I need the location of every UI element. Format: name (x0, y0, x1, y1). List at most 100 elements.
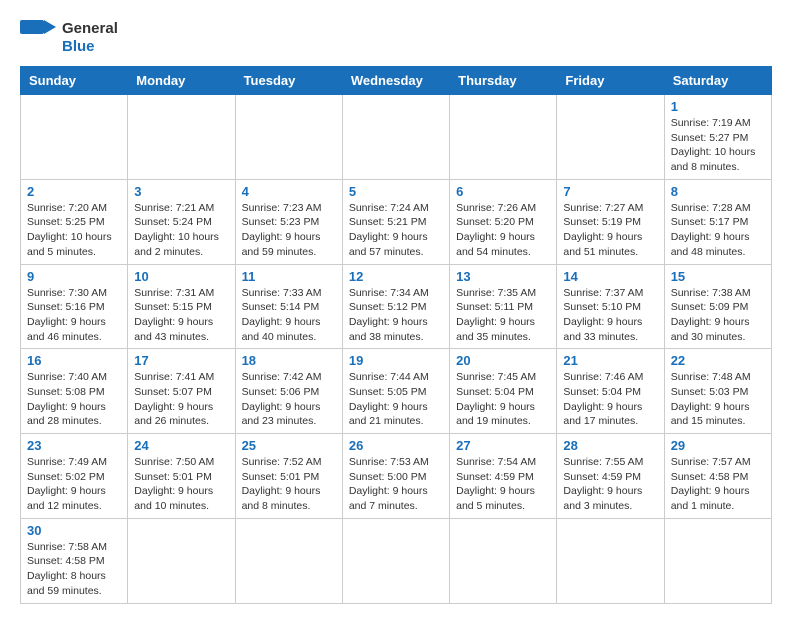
calendar-cell: 8 Sunrise: 7:28 AM Sunset: 5:17 PM Daylig… (664, 179, 771, 264)
calendar-cell: 17 Sunrise: 7:41 AM Sunset: 5:07 PM Dayli… (128, 349, 235, 434)
calendar-cell: 24 Sunrise: 7:50 AM Sunset: 5:01 PM Dayli… (128, 434, 235, 519)
calendar-cell: 18Sunrise: 7:42 AM Sunset: 5:06 PM Dayli… (235, 349, 342, 434)
calendar-week-row: 16 Sunrise: 7:40 AM Sunset: 5:08 PM Dayli… (21, 349, 772, 434)
calendar-cell: 19 Sunrise: 7:44 AM Sunset: 5:05 PM Dayli… (342, 349, 449, 434)
day-info: Sunrise: 7:30 AM Sunset: 5:16 PM Dayligh… (27, 286, 121, 345)
calendar-cell: 6Sunrise: 7:26 AM Sunset: 5:20 PM Daylig… (450, 179, 557, 264)
day-number: 16 (27, 353, 121, 368)
calendar-cell: 29 Sunrise: 7:57 AM Sunset: 4:58 PM Dayli… (664, 434, 771, 519)
day-number: 15 (671, 269, 765, 284)
day-info: Sunrise: 7:58 AM Sunset: 4:58 PM Dayligh… (27, 540, 121, 599)
calendar-cell: 27 Sunrise: 7:54 AM Sunset: 4:59 PM Dayli… (450, 434, 557, 519)
day-info: Sunrise: 7:33 AM Sunset: 5:14 PM Dayligh… (242, 286, 336, 345)
calendar-cell: 11 Sunrise: 7:33 AM Sunset: 5:14 PM Dayli… (235, 264, 342, 349)
calendar-cell: 25Sunrise: 7:52 AM Sunset: 5:01 PM Dayli… (235, 434, 342, 519)
calendar-cell: 10Sunrise: 7:31 AM Sunset: 5:15 PM Dayli… (128, 264, 235, 349)
day-number: 9 (27, 269, 121, 284)
calendar-cell: 12 Sunrise: 7:34 AM Sunset: 5:12 PM Dayli… (342, 264, 449, 349)
day-info: Sunrise: 7:40 AM Sunset: 5:08 PM Dayligh… (27, 370, 121, 429)
day-number: 27 (456, 438, 550, 453)
day-number: 3 (134, 184, 228, 199)
day-number: 1 (671, 99, 765, 114)
day-info: Sunrise: 7:24 AM Sunset: 5:21 PM Dayligh… (349, 201, 443, 260)
calendar-cell: 23 Sunrise: 7:49 AM Sunset: 5:02 PM Dayli… (21, 434, 128, 519)
calendar-header-row: SundayMondayTuesdayWednesdayThursdayFrid… (21, 67, 772, 95)
day-number: 19 (349, 353, 443, 368)
calendar-cell: 3 Sunrise: 7:21 AM Sunset: 5:24 PM Daylig… (128, 179, 235, 264)
calendar-cell: 21Sunrise: 7:46 AM Sunset: 5:04 PM Dayli… (557, 349, 664, 434)
day-number: 11 (242, 269, 336, 284)
day-info: Sunrise: 7:41 AM Sunset: 5:07 PM Dayligh… (134, 370, 228, 429)
day-info: Sunrise: 7:37 AM Sunset: 5:10 PM Dayligh… (563, 286, 657, 345)
logo-container: General Blue (20, 20, 118, 56)
day-number: 7 (563, 184, 657, 199)
day-number: 24 (134, 438, 228, 453)
calendar-week-row: 1Sunrise: 7:19 AM Sunset: 5:27 PM Daylig… (21, 95, 772, 180)
calendar-week-row: 23 Sunrise: 7:49 AM Sunset: 5:02 PM Dayli… (21, 434, 772, 519)
calendar-cell (128, 518, 235, 603)
day-info: Sunrise: 7:55 AM Sunset: 4:59 PM Dayligh… (563, 455, 657, 514)
calendar-table: SundayMondayTuesdayWednesdayThursdayFrid… (20, 66, 772, 604)
day-number: 8 (671, 184, 765, 199)
logo: General Blue (20, 20, 118, 56)
day-info: Sunrise: 7:21 AM Sunset: 5:24 PM Dayligh… (134, 201, 228, 260)
calendar-cell: 28 Sunrise: 7:55 AM Sunset: 4:59 PM Dayli… (557, 434, 664, 519)
calendar-cell (235, 518, 342, 603)
day-of-week-header: Friday (557, 67, 664, 95)
day-number: 12 (349, 269, 443, 284)
calendar-cell (450, 95, 557, 180)
day-of-week-header: Saturday (664, 67, 771, 95)
day-info: Sunrise: 7:44 AM Sunset: 5:05 PM Dayligh… (349, 370, 443, 429)
day-number: 25 (242, 438, 336, 453)
day-info: Sunrise: 7:54 AM Sunset: 4:59 PM Dayligh… (456, 455, 550, 514)
day-number: 26 (349, 438, 443, 453)
calendar-cell: 5 Sunrise: 7:24 AM Sunset: 5:21 PM Daylig… (342, 179, 449, 264)
day-of-week-header: Monday (128, 67, 235, 95)
day-number: 29 (671, 438, 765, 453)
day-number: 14 (563, 269, 657, 284)
day-number: 4 (242, 184, 336, 199)
day-number: 18 (242, 353, 336, 368)
day-number: 5 (349, 184, 443, 199)
calendar-cell: 20 Sunrise: 7:45 AM Sunset: 5:04 PM Dayli… (450, 349, 557, 434)
day-number: 30 (27, 523, 121, 538)
calendar-cell (450, 518, 557, 603)
calendar-cell: 14 Sunrise: 7:37 AM Sunset: 5:10 PM Dayli… (557, 264, 664, 349)
day-info: Sunrise: 7:53 AM Sunset: 5:00 PM Dayligh… (349, 455, 443, 514)
calendar-cell: 15 Sunrise: 7:38 AM Sunset: 5:09 PM Dayli… (664, 264, 771, 349)
calendar-cell: 1Sunrise: 7:19 AM Sunset: 5:27 PM Daylig… (664, 95, 771, 180)
calendar-cell: 9 Sunrise: 7:30 AM Sunset: 5:16 PM Daylig… (21, 264, 128, 349)
day-info: Sunrise: 7:35 AM Sunset: 5:11 PM Dayligh… (456, 286, 550, 345)
day-info: Sunrise: 7:28 AM Sunset: 5:17 PM Dayligh… (671, 201, 765, 260)
day-of-week-header: Tuesday (235, 67, 342, 95)
day-number: 22 (671, 353, 765, 368)
calendar-cell (557, 95, 664, 180)
day-info: Sunrise: 7:20 AM Sunset: 5:25 PM Dayligh… (27, 201, 121, 260)
day-of-week-header: Sunday (21, 67, 128, 95)
day-info: Sunrise: 7:49 AM Sunset: 5:02 PM Dayligh… (27, 455, 121, 514)
day-number: 17 (134, 353, 228, 368)
day-info: Sunrise: 7:34 AM Sunset: 5:12 PM Dayligh… (349, 286, 443, 345)
day-info: Sunrise: 7:57 AM Sunset: 4:58 PM Dayligh… (671, 455, 765, 514)
day-info: Sunrise: 7:26 AM Sunset: 5:20 PM Dayligh… (456, 201, 550, 260)
day-info: Sunrise: 7:23 AM Sunset: 5:23 PM Dayligh… (242, 201, 336, 260)
day-number: 23 (27, 438, 121, 453)
calendar-cell (664, 518, 771, 603)
day-info: Sunrise: 7:45 AM Sunset: 5:04 PM Dayligh… (456, 370, 550, 429)
calendar-cell: 30 Sunrise: 7:58 AM Sunset: 4:58 PM Dayli… (21, 518, 128, 603)
page-header: General Blue (20, 20, 772, 56)
calendar-cell (342, 95, 449, 180)
logo-blue: Blue (62, 38, 118, 56)
day-number: 2 (27, 184, 121, 199)
day-info: Sunrise: 7:38 AM Sunset: 5:09 PM Dayligh… (671, 286, 765, 345)
calendar-cell: 13Sunrise: 7:35 AM Sunset: 5:11 PM Dayli… (450, 264, 557, 349)
logo-general: General (62, 20, 118, 38)
calendar-cell: 22Sunrise: 7:48 AM Sunset: 5:03 PM Dayli… (664, 349, 771, 434)
calendar-cell (342, 518, 449, 603)
day-number: 20 (456, 353, 550, 368)
calendar-week-row: 2 Sunrise: 7:20 AM Sunset: 5:25 PM Daylig… (21, 179, 772, 264)
day-info: Sunrise: 7:50 AM Sunset: 5:01 PM Dayligh… (134, 455, 228, 514)
day-number: 28 (563, 438, 657, 453)
day-number: 21 (563, 353, 657, 368)
day-number: 10 (134, 269, 228, 284)
